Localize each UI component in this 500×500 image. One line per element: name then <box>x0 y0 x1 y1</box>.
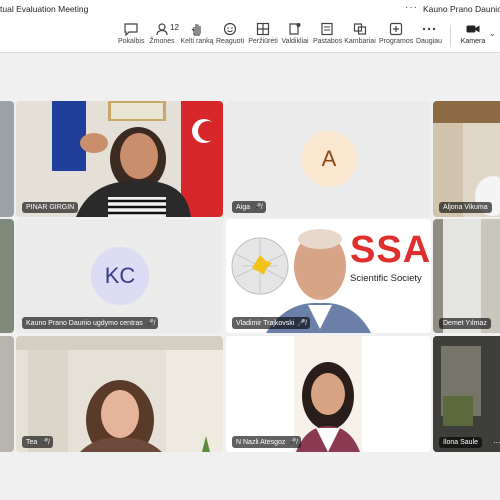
mic-off-icon: 🎤̸ <box>40 439 50 446</box>
logo-text: SSA <box>350 229 431 271</box>
logo-subtext: Scientific Society <box>350 273 422 284</box>
video-tile-aljona-vikuma[interactable]: Aljona Vikuma <box>433 101 500 217</box>
more-button[interactable]: Daugiau <box>415 22 443 45</box>
window-title-bar: tual Evaluation Meeting ··· Kauno Prano … <box>0 0 500 20</box>
raise-hand-label: Kelti ranką <box>180 38 214 45</box>
apps-button[interactable]: Valdikliai <box>281 22 309 45</box>
video-feed <box>433 101 500 217</box>
participant-name: Tea <box>26 438 38 446</box>
rooms-button[interactable]: Kambariai <box>344 22 376 45</box>
participant-name: Aiga <box>236 203 251 211</box>
notes-button[interactable]: Pastabos <box>313 22 343 45</box>
more-options-icon[interactable]: ··· <box>405 2 418 13</box>
participant-name: Aljona Vikuma <box>443 204 488 211</box>
video-feed <box>16 336 223 452</box>
tile-more-options-icon[interactable]: ··· <box>493 438 500 447</box>
chat-button[interactable]: Pokalbis <box>118 22 144 45</box>
participant-name: Demet Yılmaz <box>443 320 487 327</box>
apps-label: Valdikliai <box>281 38 309 45</box>
view-label: Peržiūrėti <box>248 38 278 45</box>
more-label: Daugiau <box>415 38 443 45</box>
participant-name: PINAR GIRGIN <box>26 204 75 211</box>
avatar-tile-aiga[interactable]: A Aiga 🎤̸ <box>226 101 431 217</box>
notes-label: Pastabos <box>313 38 343 45</box>
camera-button[interactable]: Kamera <box>458 22 488 45</box>
video-tile-partial[interactable] <box>0 101 14 217</box>
participant-name-tag: PINAR GIRGIN <box>22 202 79 213</box>
avatar-tile-kauno-prano-daunio[interactable]: KC Kauno Prano Daunio ugdymo centras 🎤̸ <box>16 219 223 333</box>
people-count: 12 <box>170 23 179 32</box>
chat-icon <box>124 23 138 36</box>
camera-icon <box>466 25 480 33</box>
mic-off-icon: 🎤̸ <box>288 439 298 446</box>
react-label: Reaguoti <box>216 38 245 45</box>
participant-name-tag: Aiga 🎤̸ <box>232 201 266 213</box>
video-tile-ilona-saule[interactable]: Ilona Saule ··· <box>433 336 500 452</box>
video-feed <box>433 219 500 333</box>
video-tile-tea[interactable]: Tea 🎤̸ <box>16 336 223 452</box>
add-apps-label: Programos <box>379 38 414 45</box>
avatar: KC <box>91 247 149 305</box>
raise-hand-button[interactable]: Kelti ranką <box>180 22 214 45</box>
video-tile-pinar-girgin[interactable]: PINAR GIRGIN <box>16 101 223 217</box>
add-apps-button[interactable]: Programos <box>379 22 413 45</box>
people-label: Žmonės <box>149 38 175 45</box>
rooms-icon <box>353 23 367 35</box>
meeting-toolbar: Pokalbis 12 Žmonės Kelti ranką Reaguoti … <box>0 19 500 53</box>
meeting-title: tual Evaluation Meeting <box>0 4 89 14</box>
participant-name: N Nazli Atesgoz <box>236 438 286 446</box>
raise-hand-icon <box>191 24 201 36</box>
rooms-label: Kambariai <box>344 38 376 45</box>
camera-label: Kamera <box>460 38 486 45</box>
participant-name-tag: Tea 🎤̸ <box>22 436 54 448</box>
video-tile-vladimir-trajkovski[interactable]: SSA Scientific Society Vladimir Trajkovs… <box>226 219 431 333</box>
participant-name-tag: Ilona Saule <box>439 437 483 448</box>
video-feed <box>226 336 431 452</box>
react-button[interactable]: Reaguoti <box>216 22 244 45</box>
participant-name-tag: Kauno Prano Daunio ugdymo centras 🎤̸ <box>22 317 159 329</box>
participant-name-tag: Aljona Vikuma <box>439 202 492 213</box>
add-apps-icon <box>389 22 403 36</box>
mic-off-icon: 🎤̸ <box>145 320 155 327</box>
people-button[interactable]: 12 Žmonės <box>148 22 179 45</box>
participant-name-tag: Demet Yılmaz <box>439 318 491 329</box>
view-icon <box>256 22 270 36</box>
more-icon <box>422 27 436 31</box>
video-tile-n-nazli-atesgoz[interactable]: N Nazli Atesgoz 🎤̸ <box>226 336 431 452</box>
notes-icon <box>321 22 333 36</box>
toolbar-divider <box>450 25 451 47</box>
video-feed <box>433 336 500 452</box>
participant-name: Kauno Prano Daunio ugdymo centras <box>26 319 143 327</box>
chat-label: Pokalbis <box>118 38 145 45</box>
mic-off-icon: 🎤̸ <box>297 320 307 327</box>
mic-off-icon: 🎤̸ <box>253 204 262 211</box>
video-tile-demet-yilmaz[interactable]: Demet Yılmaz <box>433 219 500 333</box>
people-icon <box>156 23 168 36</box>
participant-name: Vladimir Trajkovski <box>236 319 295 327</box>
participant-name: Ilona Saule <box>443 439 479 446</box>
video-tile-partial[interactable] <box>0 219 14 333</box>
apps-icon <box>289 23 301 35</box>
participant-name-tag: Vladimir Trajkovski 🎤̸ <box>232 317 311 329</box>
video-tile-partial[interactable] <box>0 336 14 452</box>
organization-label: Kauno Prano Daunio ugd <box>423 4 500 14</box>
chevron-down-icon[interactable]: ⌄ <box>489 29 496 38</box>
view-button[interactable]: Peržiūrėti <box>248 22 278 45</box>
avatar: A <box>301 131 357 187</box>
video-feed <box>16 101 223 217</box>
react-icon <box>223 22 237 36</box>
participant-name-tag: N Nazli Atesgoz 🎤̸ <box>232 436 302 448</box>
